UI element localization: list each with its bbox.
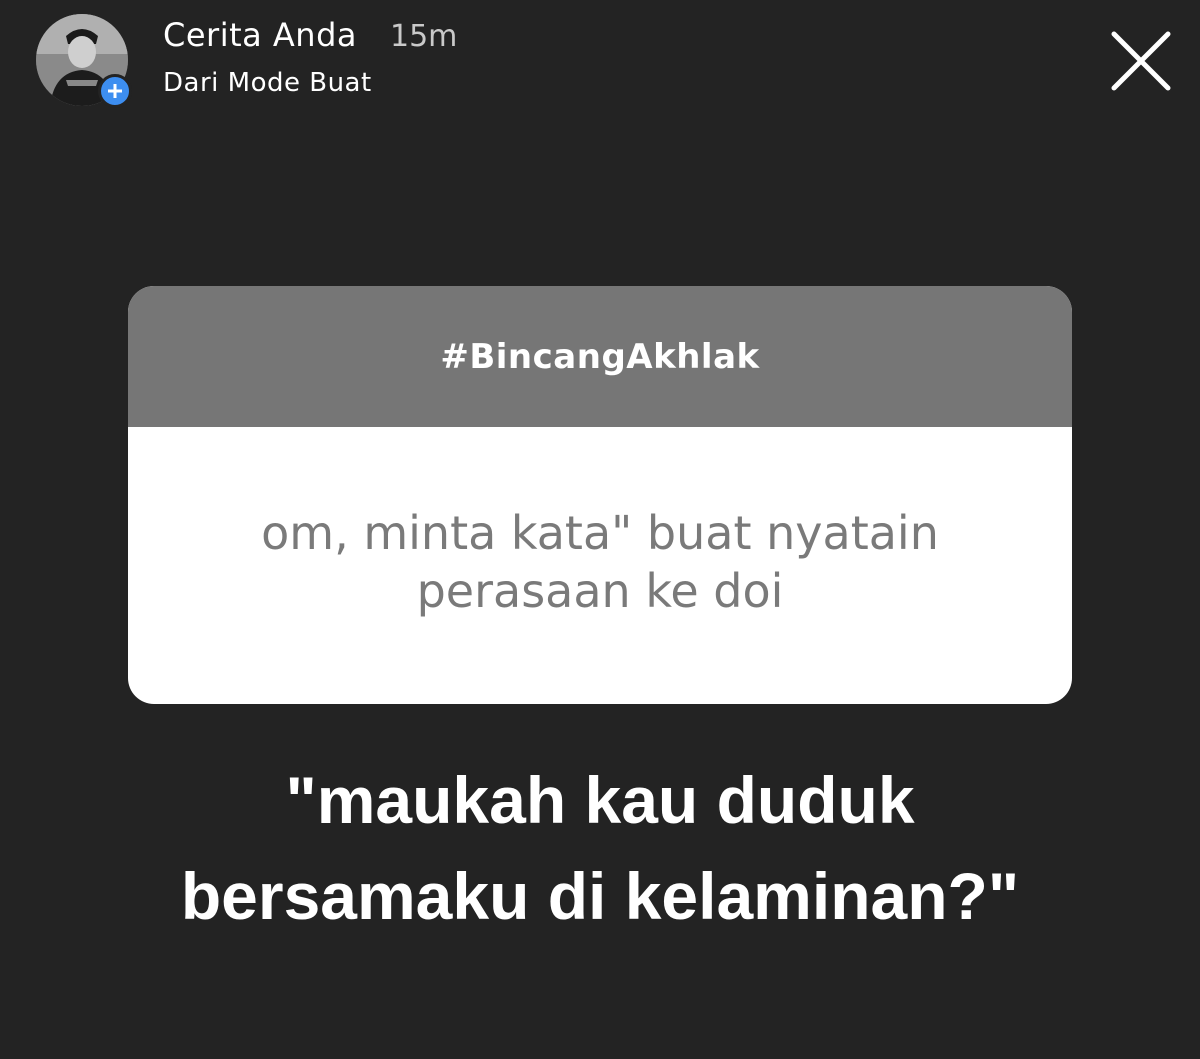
- story-owner-title: Cerita Anda: [163, 16, 357, 54]
- story-source-subtitle: Dari Mode Buat: [163, 68, 372, 98]
- add-story-badge[interactable]: [98, 74, 132, 108]
- question-sticker-body: om, minta kata" buat nyatain perasaan ke…: [128, 427, 1072, 704]
- question-text: om, minta kata" buat nyatain perasaan ke…: [261, 504, 939, 620]
- story-screen: Cerita Anda 15m Dari Mode Buat #BincangA…: [0, 0, 1200, 1059]
- close-icon: [1111, 31, 1171, 91]
- question-sticker-header: #BincangAkhlak: [128, 286, 1072, 427]
- answer-text: "maukah kau duduk bersamaku di kelaminan…: [60, 752, 1140, 944]
- answer-line-2: bersamaku di kelaminan?": [180, 859, 1020, 933]
- question-sticker-tag: #BincangAkhlak: [440, 336, 760, 377]
- plus-icon: [108, 84, 122, 98]
- question-line-1: om, minta kata" buat nyatain: [261, 505, 939, 560]
- answer-line-1: "maukah kau duduk: [285, 763, 915, 837]
- question-line-2: perasaan ke doi: [416, 563, 784, 618]
- question-sticker: #BincangAkhlak om, minta kata" buat nyat…: [128, 286, 1072, 704]
- story-timestamp: 15m: [390, 19, 458, 54]
- close-button[interactable]: [1108, 28, 1174, 94]
